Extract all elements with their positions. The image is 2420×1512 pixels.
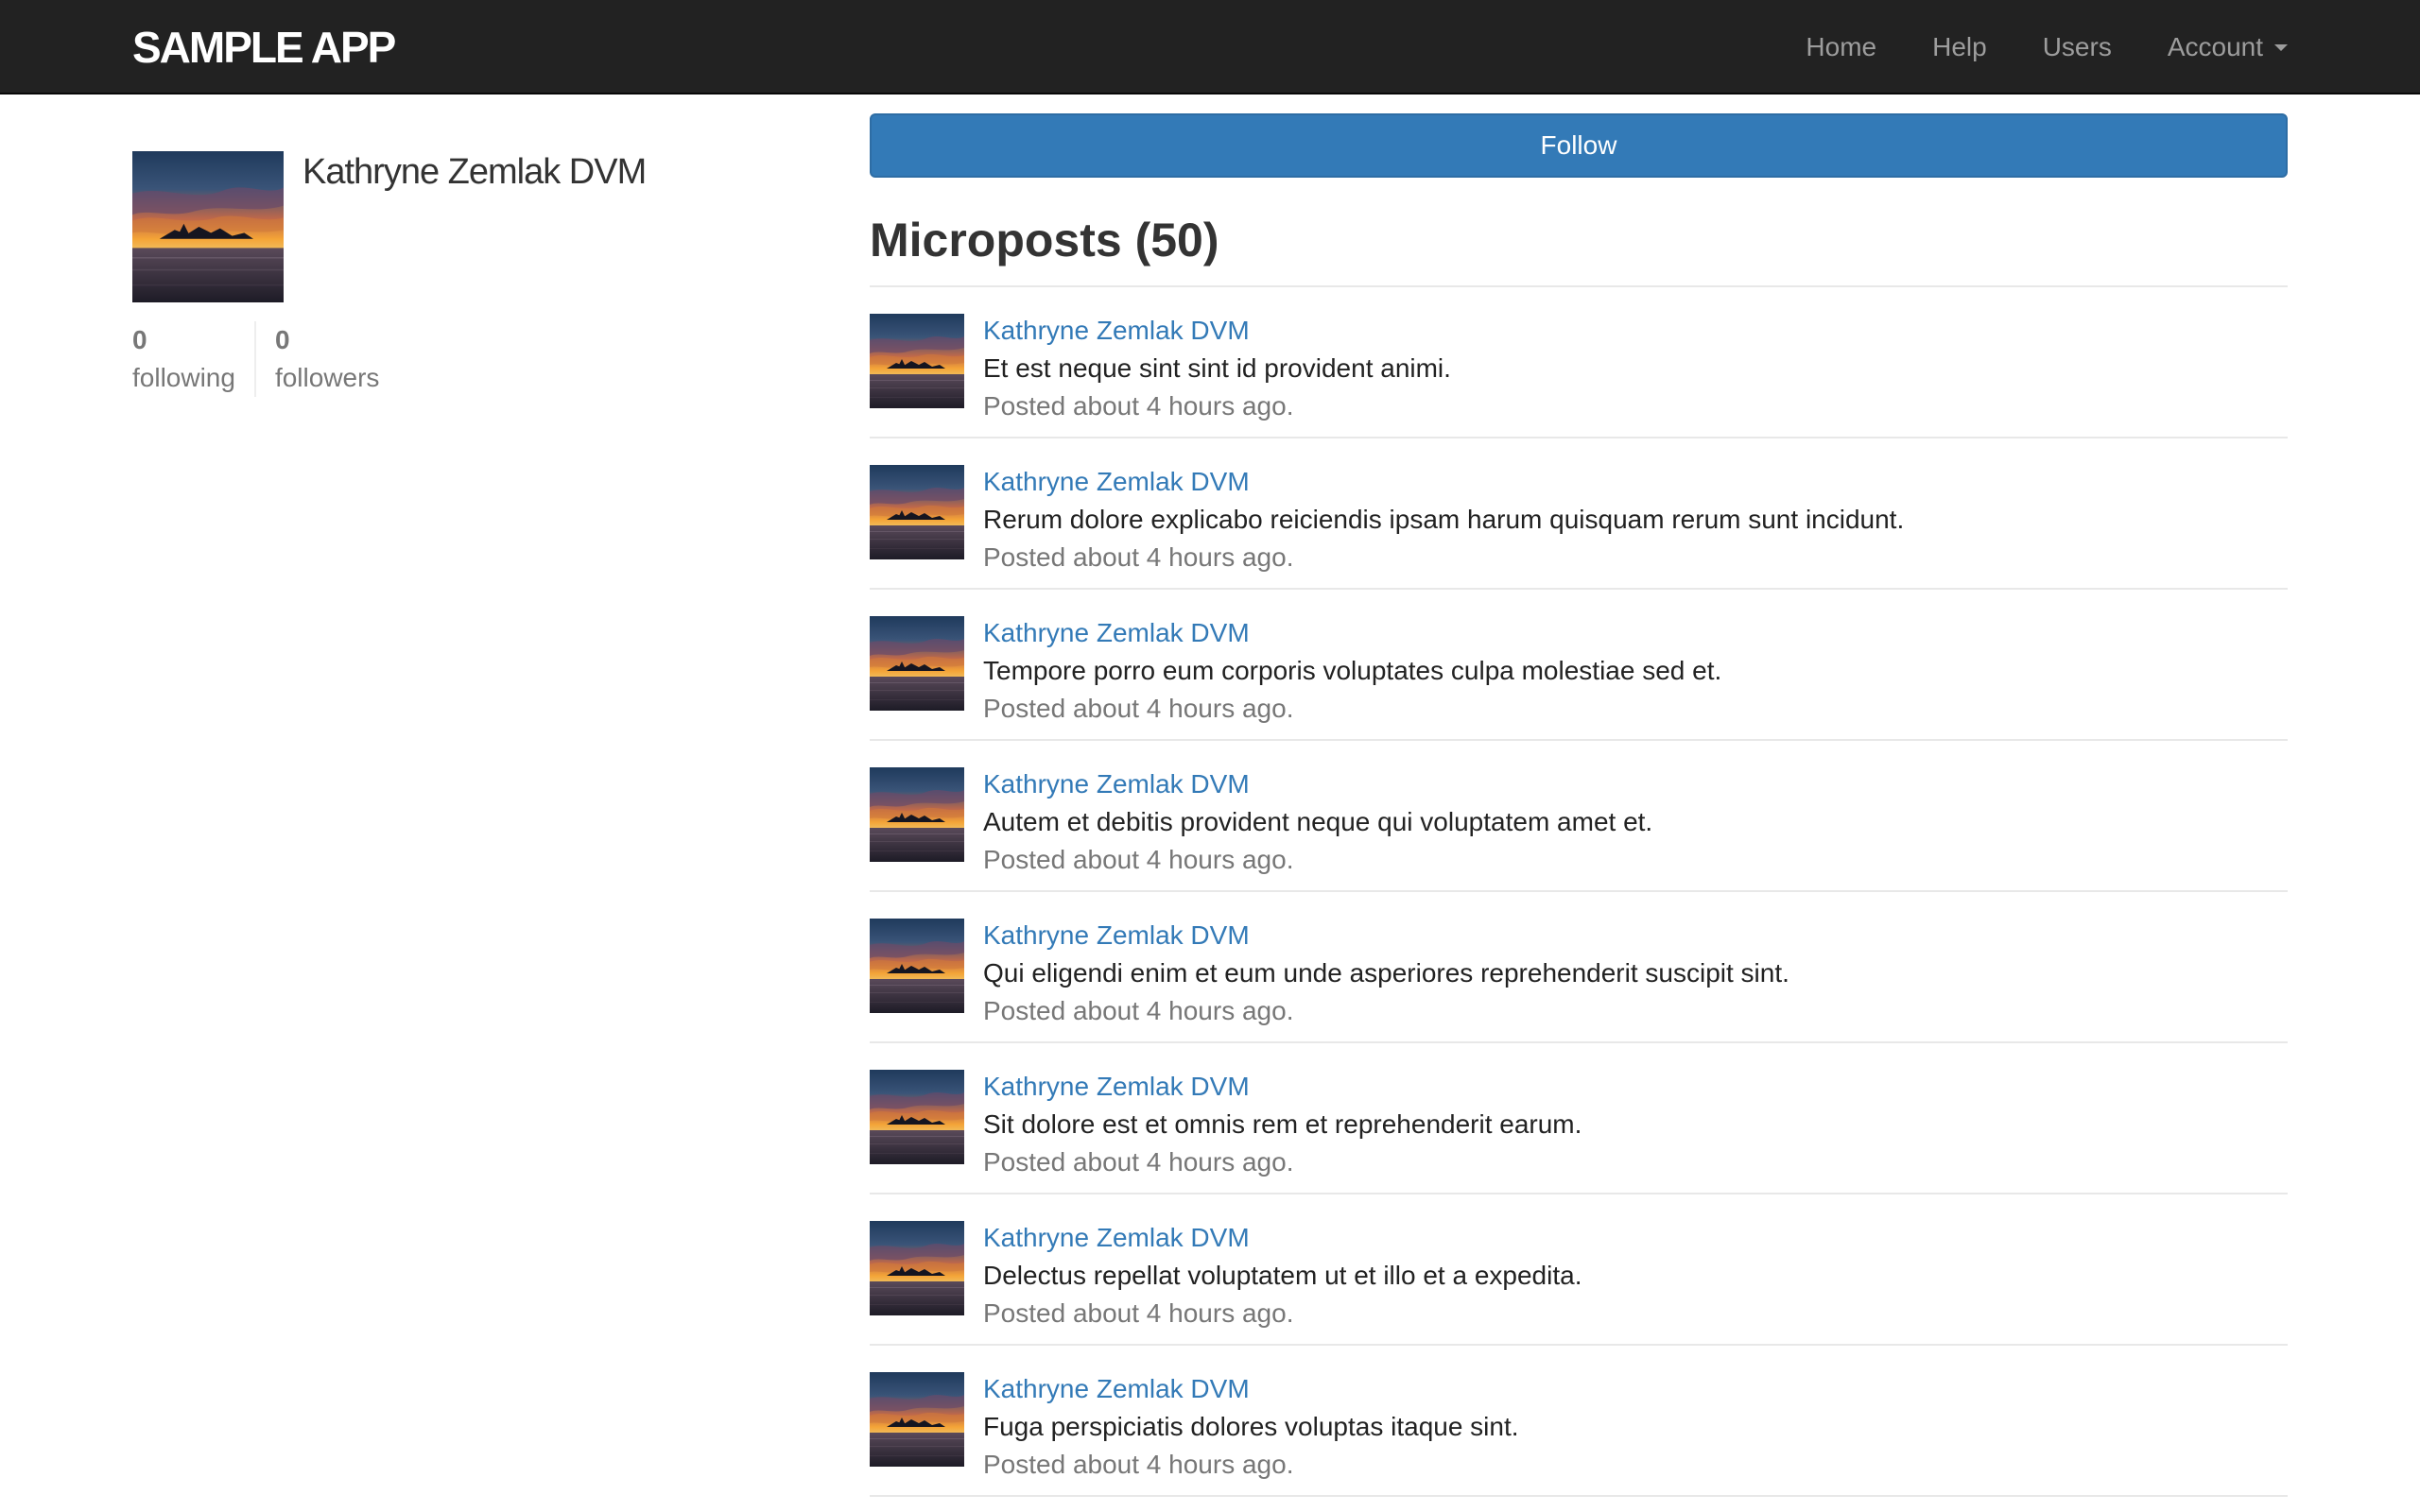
post-timestamp: Posted about 4 hours ago. [983,542,1294,572]
nav-users-link[interactable]: Users [2043,32,2112,62]
post-avatar[interactable] [870,314,964,408]
microposts-heading: Microposts (50) [870,214,1219,266]
post-timestamp: Posted about 4 hours ago. [983,1298,1294,1328]
follow-stats: 0 following 0 followers [132,321,775,397]
post-content: Fuga perspiciatis dolores voluptas itaqu… [983,1412,1519,1441]
nav-account-label: Account [2167,32,2263,61]
app-logo[interactable]: SAMPLE APP [132,21,396,74]
post-body: Kathryne Zemlak DVM Tempore porro eum cor… [983,614,1721,728]
post-user-link[interactable]: Kathryne Zemlak DVM [983,463,1904,501]
post-avatar[interactable] [870,616,964,711]
post-body: Kathryne Zemlak DVM Delectus repellat vol… [983,1219,1582,1332]
following-label: following [132,363,235,392]
post-timestamp: Posted about 4 hours ago. [983,996,1294,1025]
follow-button[interactable]: Follow [870,113,2288,178]
post-content: Tempore porro eum corporis voluptates cu… [983,656,1722,685]
post-body: Kathryne Zemlak DVM Et est neque sint sin… [983,312,1451,425]
micropost-item: Kathryne Zemlak DVM Delectus repellat vol… [870,1194,2288,1346]
main-content: Follow Microposts (50) Kathryne Zemlak D… [870,113,2288,1497]
post-user-link[interactable]: Kathryne Zemlak DVM [983,312,1451,350]
main-nav: Home Help Users Account [1750,0,2288,94]
post-timestamp: Posted about 4 hours ago. [983,1450,1294,1479]
profile-name: Kathryne Zemlak DVM [302,152,647,192]
followers-label: followers [274,363,380,392]
post-content: Qui eligendi enim et eum unde asperiores… [983,958,1789,988]
post-avatar[interactable] [870,1070,964,1164]
nav-help-link[interactable]: Help [1932,32,1987,62]
post-timestamp: Posted about 4 hours ago. [983,694,1294,723]
nav-home-link[interactable]: Home [1806,32,1876,62]
post-avatar[interactable] [870,1221,964,1315]
post-user-link[interactable]: Kathryne Zemlak DVM [983,1219,1582,1257]
post-content: Delectus repellat voluptatem ut et illo … [983,1261,1582,1290]
micropost-item: Kathryne Zemlak DVM Fuga perspiciatis dol… [870,1346,2288,1497]
profile-header: Kathryne Zemlak DVM [132,151,775,302]
caret-down-icon [2274,43,2288,51]
post-timestamp: Posted about 4 hours ago. [983,391,1294,421]
profile-avatar [132,151,284,302]
post-content: Autem et debitis provident neque qui vol… [983,807,1653,836]
user-profile-sidebar: Kathryne Zemlak DVM 0 following 0 follow… [132,151,775,397]
post-avatar[interactable] [870,919,964,1013]
micropost-item: Kathryne Zemlak DVM Rerum dolore explicab… [870,438,2288,590]
post-user-link[interactable]: Kathryne Zemlak DVM [983,765,1652,803]
post-content: Sit dolore est et omnis rem et reprehend… [983,1109,1582,1139]
followers-stat[interactable]: 0 followers [253,321,398,397]
post-body: Kathryne Zemlak DVM Rerum dolore explicab… [983,463,1904,576]
microposts-list: Kathryne Zemlak DVM Et est neque sint sin… [870,285,2288,1497]
post-body: Kathryne Zemlak DVM Qui eligendi enim et … [983,917,1789,1030]
following-count: 0 [132,325,147,354]
post-avatar[interactable] [870,767,964,862]
top-navbar: SAMPLE APP Home Help Users Account [0,0,2420,94]
post-user-link[interactable]: Kathryne Zemlak DVM [983,614,1721,652]
post-timestamp: Posted about 4 hours ago. [983,1147,1294,1177]
nav-account-dropdown[interactable]: Account [2168,32,2288,62]
post-timestamp: Posted about 4 hours ago. [983,845,1294,874]
micropost-item: Kathryne Zemlak DVM Tempore porro eum cor… [870,590,2288,741]
post-user-link[interactable]: Kathryne Zemlak DVM [983,1068,1582,1106]
micropost-item: Kathryne Zemlak DVM Autem et debitis prov… [870,741,2288,892]
post-user-link[interactable]: Kathryne Zemlak DVM [983,1370,1519,1408]
post-body: Kathryne Zemlak DVM Fuga perspiciatis dol… [983,1370,1519,1484]
micropost-item: Kathryne Zemlak DVM Sit dolore est et omn… [870,1043,2288,1194]
post-content: Rerum dolore explicabo reiciendis ipsam … [983,505,1905,534]
post-avatar[interactable] [870,465,964,559]
micropost-item: Kathryne Zemlak DVM Et est neque sint sin… [870,287,2288,438]
post-body: Kathryne Zemlak DVM Autem et debitis prov… [983,765,1652,879]
post-avatar[interactable] [870,1372,964,1467]
following-stat[interactable]: 0 following [132,321,254,397]
followers-count: 0 [274,325,290,354]
post-body: Kathryne Zemlak DVM Sit dolore est et omn… [983,1068,1582,1181]
micropost-item: Kathryne Zemlak DVM Qui eligendi enim et … [870,892,2288,1043]
post-user-link[interactable]: Kathryne Zemlak DVM [983,917,1789,954]
post-content: Et est neque sint sint id provident anim… [983,353,1451,383]
